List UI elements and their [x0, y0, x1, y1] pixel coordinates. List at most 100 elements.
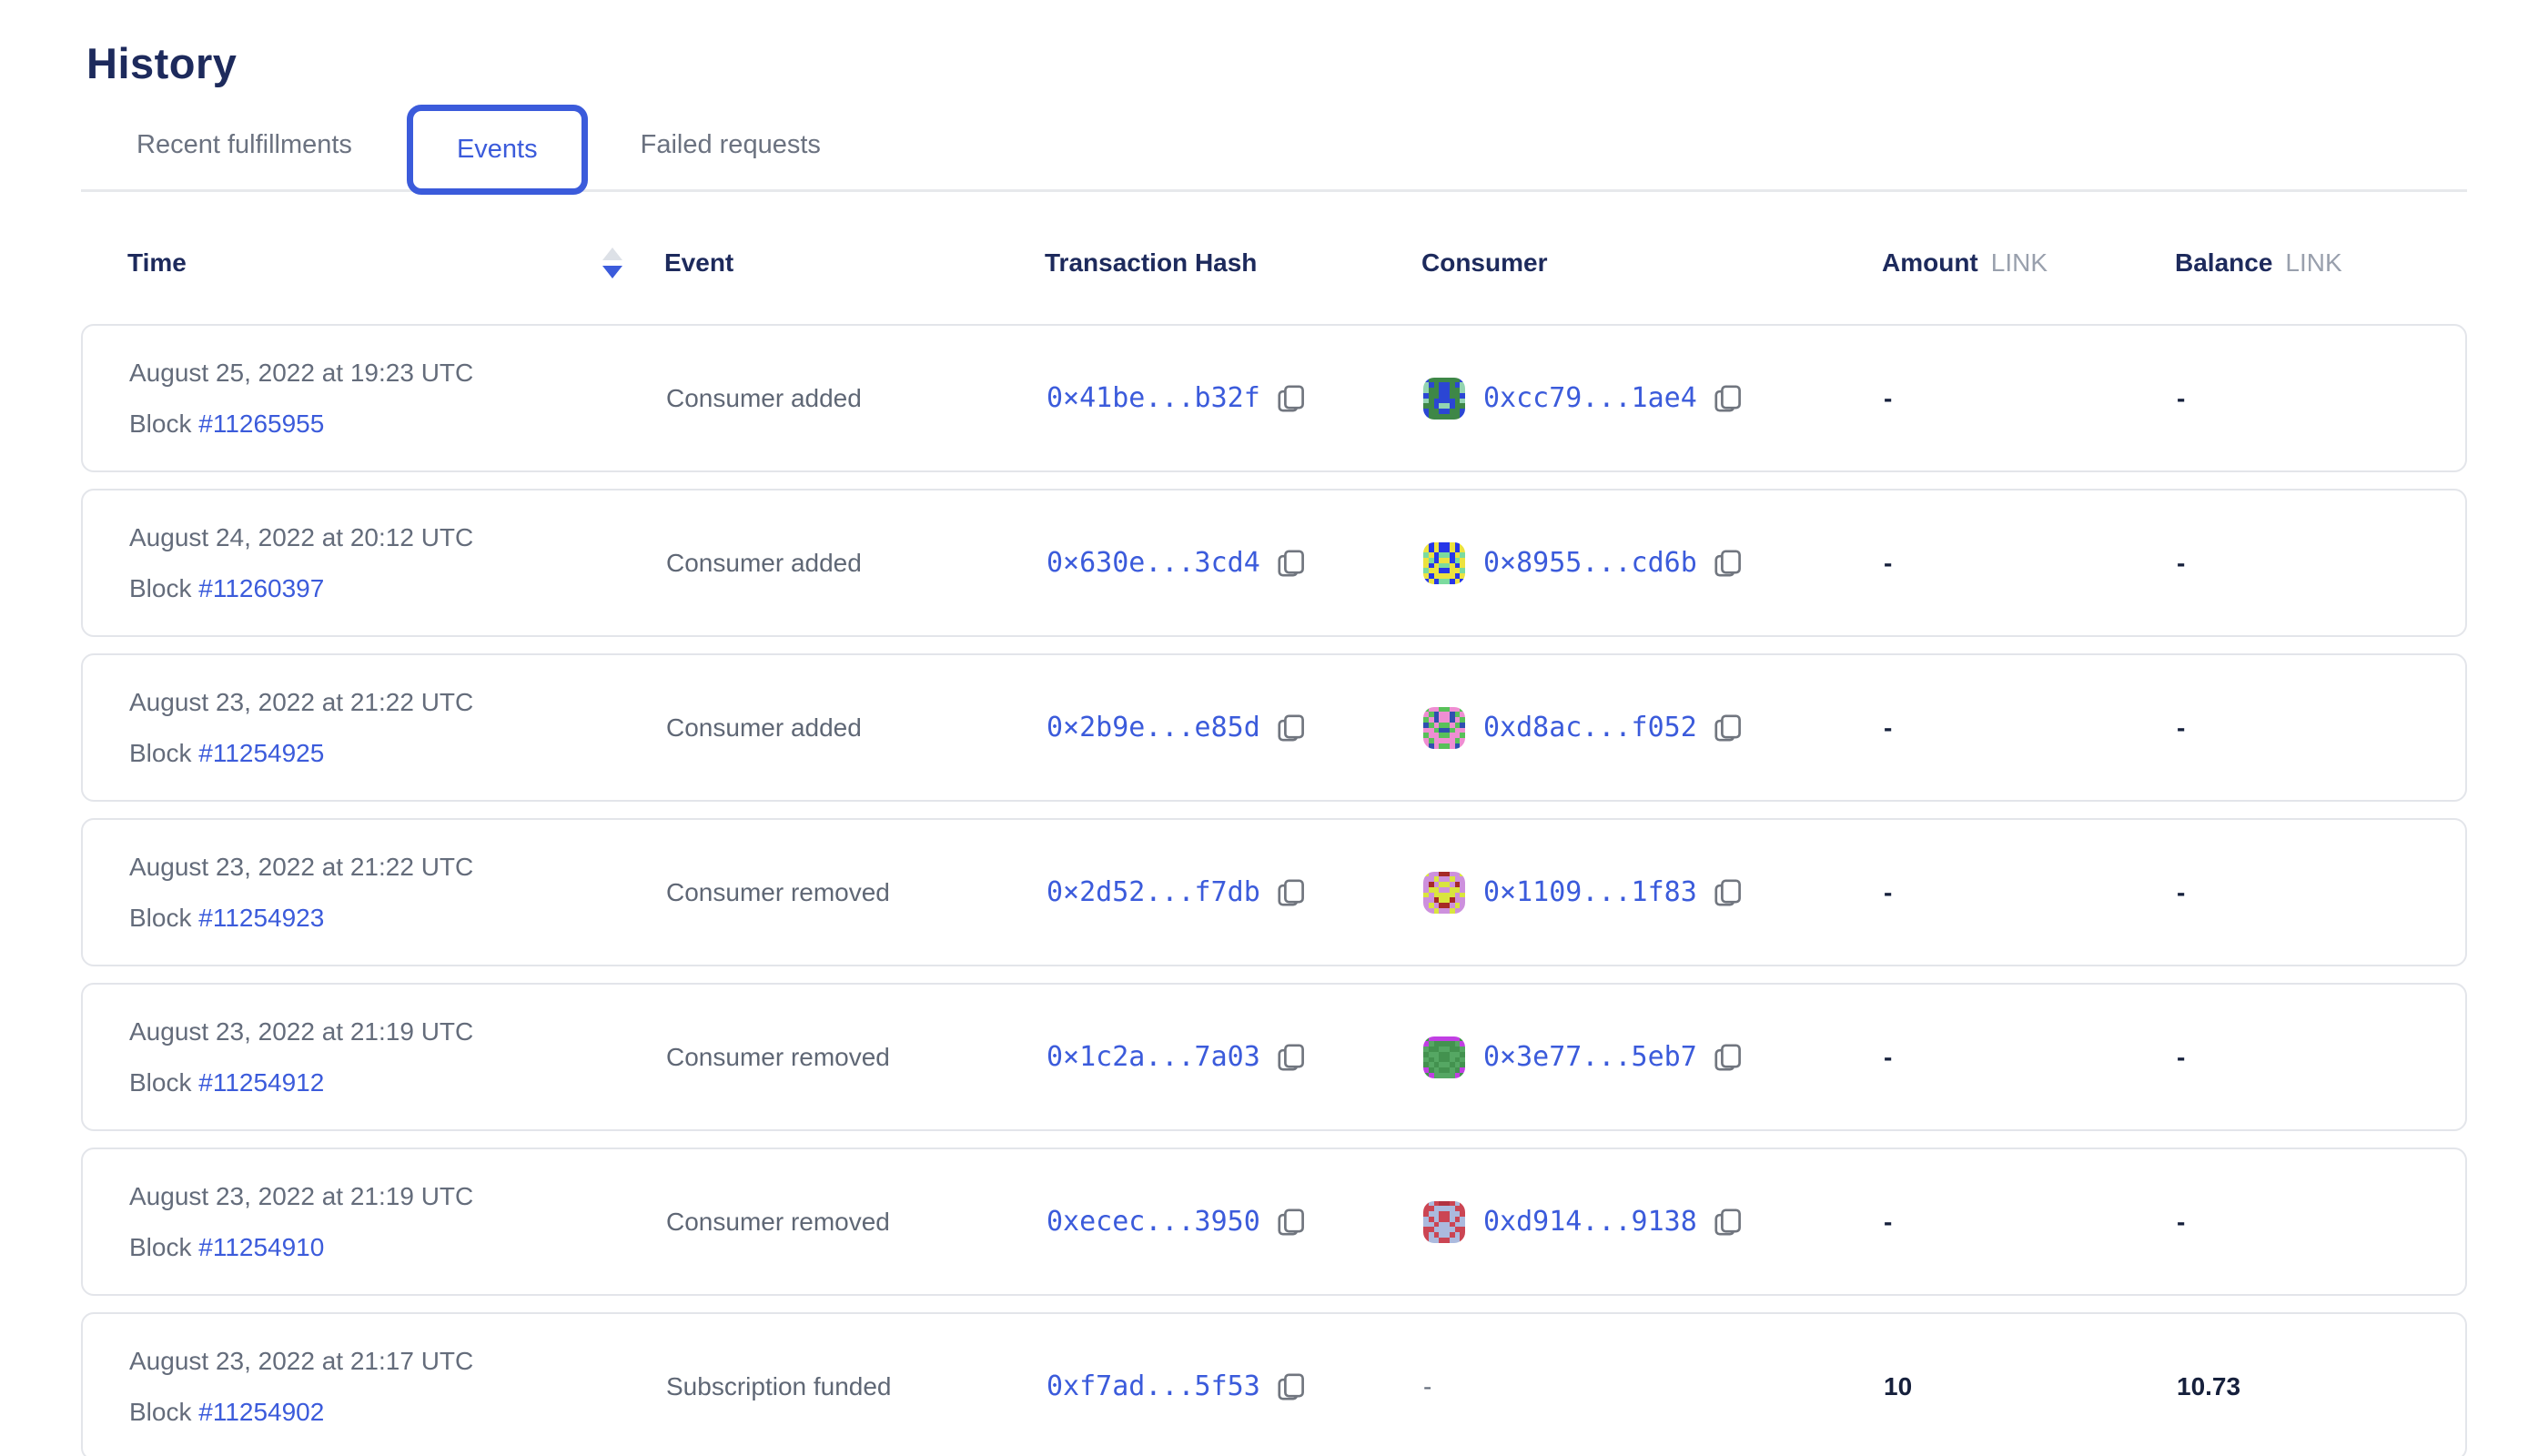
consumer-address-link[interactable]: 0xd914...9138: [1483, 1206, 1697, 1238]
tab-recent-fulfillments[interactable]: Recent fulfillments: [127, 130, 361, 160]
time-cell: August 23, 2022 at 21:22 UTC Block #1125…: [129, 853, 666, 933]
column-header-balance: BalanceLINK: [2175, 248, 2467, 278]
consumer-avatar: [1423, 872, 1465, 914]
copy-icon[interactable]: [1712, 1206, 1744, 1239]
block-label: Block: [129, 1233, 198, 1261]
event-type: Subscription funded: [666, 1372, 1047, 1401]
balance-value: 10.73: [2177, 1372, 2465, 1401]
column-header-amount: AmountLINK: [1882, 248, 2175, 278]
time-cell: August 24, 2022 at 20:12 UTC Block #1126…: [129, 523, 666, 603]
consumer-address-link[interactable]: 0×3e77...5eb7: [1483, 1041, 1697, 1073]
transaction-hash-cell: 0xecec...3950: [1047, 1206, 1423, 1239]
tab-events[interactable]: Events: [407, 105, 588, 195]
block-number-link[interactable]: #11254910: [198, 1233, 324, 1261]
balance-value: -: [2177, 384, 2465, 413]
consumer-avatar: [1423, 1036, 1465, 1078]
copy-icon[interactable]: [1712, 382, 1744, 415]
balance-unit-label: LINK: [2285, 248, 2341, 277]
event-date: August 23, 2022 at 21:22 UTC: [129, 688, 666, 717]
event-row: August 23, 2022 at 21:19 UTC Block #1125…: [81, 983, 2467, 1131]
consumer-cell: 0×8955...cd6b: [1423, 542, 1884, 584]
transaction-hash-link[interactable]: 0×41be...b32f: [1047, 382, 1260, 414]
consumer-address-link[interactable]: 0xd8ac...f052: [1483, 712, 1697, 743]
time-cell: August 23, 2022 at 21:17 UTC Block #1125…: [129, 1347, 666, 1427]
page-title: History: [86, 38, 2528, 88]
event-date: August 25, 2022 at 19:23 UTC: [129, 359, 666, 388]
balance-value: -: [2177, 878, 2465, 907]
copy-icon[interactable]: [1712, 1041, 1744, 1074]
block-label: Block: [129, 410, 198, 438]
tab-bar: Recent fulfillments Events Failed reques…: [81, 101, 2467, 192]
sort-descending-icon[interactable]: [602, 248, 622, 278]
time-cell: August 23, 2022 at 21:19 UTC Block #1125…: [129, 1017, 666, 1097]
transaction-hash-link[interactable]: 0×2d52...f7db: [1047, 876, 1260, 908]
block-number-link[interactable]: #11265955: [198, 410, 324, 438]
consumer-link-group: 0xd8ac...f052: [1423, 707, 1744, 749]
copy-icon[interactable]: [1275, 1370, 1308, 1403]
event-row: August 23, 2022 at 21:22 UTC Block #1125…: [81, 818, 2467, 966]
transaction-hash-link[interactable]: 0xecec...3950: [1047, 1206, 1260, 1238]
copy-icon[interactable]: [1275, 547, 1308, 580]
copy-icon[interactable]: [1275, 1206, 1308, 1239]
transaction-hash-cell: 0×2d52...f7db: [1047, 876, 1423, 909]
time-cell: August 23, 2022 at 21:22 UTC Block #1125…: [129, 688, 666, 768]
block-line: Block #11254925: [129, 739, 666, 768]
copy-icon[interactable]: [1275, 712, 1308, 744]
block-line: Block #11254910: [129, 1233, 666, 1262]
amount-value: -: [1884, 713, 2177, 743]
consumer-avatar: [1423, 707, 1465, 749]
copy-icon[interactable]: [1275, 876, 1308, 909]
event-type: Consumer removed: [666, 1043, 1047, 1072]
transaction-hash-link[interactable]: 0xf7ad...5f53: [1047, 1370, 1260, 1402]
event-row: August 23, 2022 at 21:17 UTC Block #1125…: [81, 1312, 2467, 1456]
block-number-link[interactable]: #11254925: [198, 739, 324, 767]
event-date: August 23, 2022 at 21:17 UTC: [129, 1347, 666, 1376]
copy-icon[interactable]: [1275, 1041, 1308, 1074]
column-header-time[interactable]: Time: [127, 248, 664, 278]
balance-value: -: [2177, 549, 2465, 578]
consumer-avatar: [1423, 1201, 1465, 1243]
amount-value: -: [1884, 878, 2177, 907]
sort-up-arrow-icon: [602, 248, 622, 260]
consumer-address-link[interactable]: 0xcc79...1ae4: [1483, 382, 1697, 414]
amount-unit-label: LINK: [1991, 248, 2048, 277]
event-row: August 24, 2022 at 20:12 UTC Block #1126…: [81, 489, 2467, 637]
consumer-cell: -: [1423, 1372, 1884, 1401]
consumer-avatar: [1423, 542, 1465, 584]
block-number-link[interactable]: #11254923: [198, 904, 324, 932]
consumer-address-link[interactable]: 0×8955...cd6b: [1483, 547, 1697, 579]
copy-icon[interactable]: [1712, 712, 1744, 744]
transaction-hash-cell: 0×41be...b32f: [1047, 382, 1423, 415]
block-line: Block #11254902: [129, 1398, 666, 1427]
block-label: Block: [129, 904, 198, 932]
transaction-hash-cell: 0×1c2a...7a03: [1047, 1041, 1423, 1074]
time-header-label: Time: [127, 248, 187, 278]
consumer-link-group: 0xd914...9138: [1423, 1201, 1744, 1243]
sort-down-arrow-icon: [602, 266, 622, 278]
copy-icon[interactable]: [1712, 547, 1744, 580]
copy-icon[interactable]: [1275, 382, 1308, 415]
transaction-hash-cell: 0×630e...3cd4: [1047, 547, 1423, 580]
amount-value: -: [1884, 1208, 2177, 1237]
event-date: August 23, 2022 at 21:19 UTC: [129, 1182, 666, 1211]
block-label: Block: [129, 1068, 198, 1097]
table-header: Time Event Transaction Hash Consumer Amo…: [81, 192, 2467, 324]
copy-icon[interactable]: [1712, 876, 1744, 909]
event-type: Consumer removed: [666, 1208, 1047, 1237]
consumer-address-link[interactable]: 0×1109...1f83: [1483, 876, 1697, 908]
transaction-hash-link[interactable]: 0×1c2a...7a03: [1047, 1041, 1260, 1073]
event-date: August 23, 2022 at 21:19 UTC: [129, 1017, 666, 1046]
time-cell: August 25, 2022 at 19:23 UTC Block #1126…: [129, 359, 666, 439]
transaction-hash-link[interactable]: 0×2b9e...e85d: [1047, 712, 1260, 743]
block-number-link[interactable]: #11254912: [198, 1068, 324, 1097]
block-label: Block: [129, 739, 198, 767]
block-number-link[interactable]: #11254902: [198, 1398, 324, 1426]
block-number-link[interactable]: #11260397: [198, 574, 324, 602]
tab-failed-requests[interactable]: Failed requests: [632, 130, 830, 160]
event-type: Consumer added: [666, 549, 1047, 578]
consumer-cell: 0xcc79...1ae4: [1423, 378, 1884, 420]
transaction-hash-link[interactable]: 0×630e...3cd4: [1047, 547, 1260, 579]
event-row: August 25, 2022 at 19:23 UTC Block #1126…: [81, 324, 2467, 472]
balance-value: -: [2177, 1208, 2465, 1237]
block-label: Block: [129, 1398, 198, 1426]
